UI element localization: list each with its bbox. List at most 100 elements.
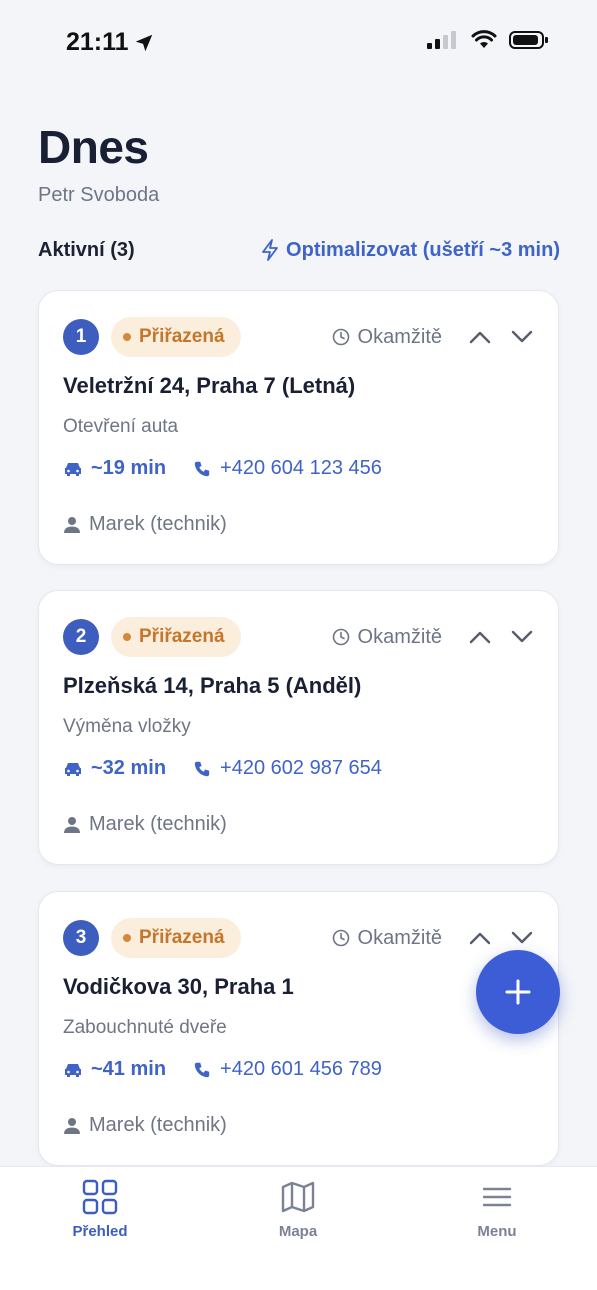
cellular-signal-icon — [427, 31, 456, 49]
status-time-text: 21:11 — [66, 28, 129, 56]
phone-icon — [194, 761, 210, 776]
status-badge: Přiřazená — [111, 918, 241, 958]
header: Dnes Petr Svoboda — [38, 120, 159, 207]
tab-label: Menu — [477, 1223, 517, 1240]
location-arrow-icon — [135, 34, 152, 51]
order-service: Zabouchnuté dveře — [63, 1017, 227, 1038]
map-icon — [281, 1181, 315, 1213]
section-row: Aktivní (3) Optimalizovat (ušetří ~3 min… — [38, 236, 560, 264]
order-card-1[interactable]: 1 Přiřazená Okamžitě Veletržní 24, Praha… — [38, 290, 559, 565]
clock-icon — [332, 929, 349, 947]
card-top: 1 Přiřazená Okamžitě — [63, 317, 534, 357]
order-number-badge: 3 — [63, 920, 99, 956]
reorder-controls — [468, 325, 534, 349]
tab-overview[interactable]: Přehled — [40, 1179, 160, 1240]
technician-text: Marek (technik) — [89, 513, 227, 535]
eta-text: ~41 min — [91, 1058, 167, 1080]
status-text: Přiřazená — [139, 927, 225, 948]
optimize-button[interactable]: Optimalizovat (ušetří ~3 min) — [260, 239, 560, 262]
card-top: 2 Přiřazená Okamžitě — [63, 617, 534, 657]
time-text: Okamžitě — [357, 625, 442, 648]
technician-row: Marek (technik) — [63, 1114, 227, 1137]
order-meta: ~41 min +420 601 456 789 — [63, 1058, 382, 1081]
status-bar: 21:11 — [0, 0, 597, 84]
chevron-down-icon — [511, 931, 533, 944]
person-icon — [64, 1117, 80, 1134]
add-order-button[interactable] — [476, 950, 560, 1034]
active-count-label: Aktivní (3) — [38, 238, 135, 261]
status-text: Přiřazená — [139, 626, 225, 647]
plus-icon — [505, 979, 531, 1005]
status-badge: Přiřazená — [111, 617, 241, 657]
wifi-icon — [471, 30, 497, 48]
tab-map[interactable]: Mapa — [238, 1179, 358, 1240]
phone-text: +420 601 456 789 — [220, 1058, 382, 1080]
eta-item: ~19 min — [63, 457, 166, 480]
phone-text: +420 602 987 654 — [220, 757, 382, 779]
chevron-up-icon — [469, 331, 491, 344]
phone-icon — [194, 461, 210, 476]
order-meta: ~19 min +420 604 123 456 — [63, 457, 382, 480]
tab-label: Přehled — [72, 1223, 128, 1240]
hamburger-icon — [482, 1187, 512, 1207]
eta-text: ~19 min — [91, 457, 167, 479]
status-text: Přiřazená — [139, 326, 225, 347]
phone-link[interactable]: +420 602 987 654 — [192, 757, 382, 780]
chevron-down-icon — [511, 330, 533, 343]
tab-bar: Přehled Mapa Menu — [0, 1166, 597, 1290]
order-card-3[interactable]: 3 Přiřazená Okamžitě Vodičkova 30, Praha… — [38, 891, 559, 1166]
grid-icon — [82, 1179, 118, 1215]
move-down-button[interactable] — [510, 325, 534, 349]
optimize-label: Optimalizovat (ušetří ~3 min) — [286, 238, 560, 261]
person-icon — [64, 516, 80, 533]
eta-text: ~32 min — [91, 757, 167, 779]
eta-item: ~41 min — [63, 1058, 166, 1081]
move-down-button[interactable] — [510, 926, 534, 950]
phone-text: +420 604 123 456 — [220, 457, 382, 479]
status-dot — [123, 934, 131, 942]
clock-icon — [332, 628, 349, 646]
phone-link[interactable]: +420 601 456 789 — [192, 1058, 382, 1081]
technician-text: Marek (technik) — [89, 1114, 227, 1136]
page-title: Dnes — [38, 121, 149, 173]
order-card-2[interactable]: 2 Přiřazená Okamžitě Plzeňská 14, Praha … — [38, 590, 559, 865]
time-info: Okamžitě — [332, 326, 442, 349]
lightning-icon — [262, 239, 278, 261]
status-icons — [427, 30, 549, 50]
chevron-up-icon — [469, 631, 491, 644]
time-info: Okamžitě — [332, 626, 442, 649]
tab-label: Mapa — [278, 1223, 318, 1240]
time-text: Okamžitě — [357, 325, 442, 348]
technician-row: Marek (technik) — [63, 813, 227, 836]
move-up-button[interactable] — [468, 625, 492, 649]
status-dot — [123, 633, 131, 641]
order-service: Výměna vložky — [63, 716, 191, 737]
move-up-button[interactable] — [468, 325, 492, 349]
phone-link[interactable]: +420 604 123 456 — [192, 457, 382, 480]
order-address: Plzeňská 14, Praha 5 (Anděl) — [63, 673, 362, 698]
car-icon — [65, 762, 81, 776]
chevron-up-icon — [469, 932, 491, 945]
order-service: Otevření auta — [63, 416, 179, 437]
status-time: 21:11 — [66, 28, 155, 57]
status-badge: Přiřazená — [111, 317, 241, 357]
eta-item: ~32 min — [63, 757, 166, 780]
status-dot — [123, 333, 131, 341]
technician-text: Marek (technik) — [89, 813, 227, 835]
move-down-button[interactable] — [510, 625, 534, 649]
reorder-controls — [468, 926, 534, 950]
reorder-controls — [468, 625, 534, 649]
clock-icon — [332, 328, 349, 346]
technician-row: Marek (technik) — [63, 513, 227, 536]
phone-icon — [194, 1062, 210, 1077]
order-meta: ~32 min +420 602 987 654 — [63, 757, 382, 780]
car-icon — [65, 1063, 81, 1077]
person-icon — [64, 816, 80, 833]
order-number-badge: 1 — [63, 319, 99, 355]
move-up-button[interactable] — [468, 926, 492, 950]
user-name: Petr Svoboda — [38, 184, 160, 206]
tab-menu[interactable]: Menu — [437, 1179, 557, 1240]
order-number-badge: 2 — [63, 619, 99, 655]
chevron-down-icon — [511, 630, 533, 643]
car-icon — [65, 462, 81, 476]
